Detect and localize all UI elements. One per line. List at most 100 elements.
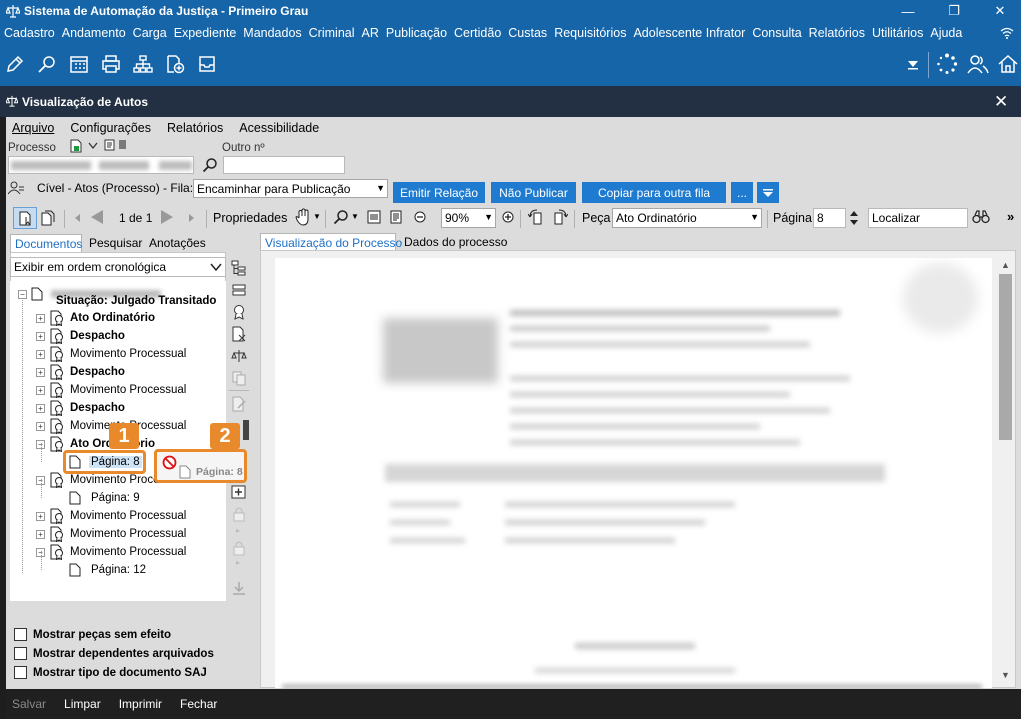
document-page[interactable] bbox=[275, 258, 992, 688]
clear-button[interactable]: Limpar bbox=[64, 697, 101, 711]
checkbox[interactable] bbox=[14, 666, 27, 679]
close-button[interactable]: Fechar bbox=[180, 697, 217, 711]
expand-toggle[interactable]: + bbox=[36, 403, 45, 413]
hierarchy-icon[interactable] bbox=[131, 52, 155, 76]
chevron-down-icon[interactable]: ▼ bbox=[351, 212, 359, 221]
note-icon[interactable] bbox=[104, 139, 116, 151]
fit-page-icon[interactable] bbox=[389, 210, 403, 224]
menu-custas[interactable]: Custas bbox=[508, 26, 547, 40]
close-window-button[interactable]: ✕ bbox=[977, 0, 1021, 22]
menu-andamento[interactable]: Andamento bbox=[62, 26, 126, 40]
scrollbar-thumb[interactable] bbox=[999, 274, 1012, 440]
sign-document-icon[interactable] bbox=[231, 326, 247, 342]
more-options-button[interactable]: ... bbox=[731, 182, 753, 203]
document-status-icon[interactable] bbox=[69, 139, 83, 153]
edit-icon[interactable] bbox=[3, 52, 27, 76]
vertical-scrollbar[interactable]: ▲ ▼ bbox=[997, 258, 1014, 684]
zoom-select[interactable]: 90% ▼ bbox=[441, 208, 496, 228]
rotate-right-icon[interactable] bbox=[550, 208, 568, 226]
collapse-toolbar-button[interactable] bbox=[757, 182, 779, 203]
save-button[interactable]: Salvar bbox=[12, 697, 46, 711]
home-icon[interactable] bbox=[996, 52, 1020, 76]
tree-page-item[interactable]: Página: 12 bbox=[69, 561, 148, 579]
calendar-icon[interactable] bbox=[67, 52, 91, 76]
queue-select[interactable]: Encaminhar para Publicação ▼ bbox=[193, 179, 388, 198]
scroll-up-icon[interactable]: ▲ bbox=[1001, 260, 1010, 270]
print-button[interactable]: Imprimir bbox=[119, 697, 162, 711]
scroll-down-icon[interactable]: ▼ bbox=[1001, 670, 1010, 680]
last-page-icon[interactable] bbox=[187, 212, 197, 224]
tree-item[interactable]: + Movimento Processual bbox=[36, 381, 186, 399]
menu-configuracoes[interactable]: Configurações bbox=[70, 121, 151, 135]
expand-toggle[interactable]: + bbox=[36, 511, 45, 521]
printer-icon[interactable] bbox=[99, 52, 123, 76]
previous-page-icon[interactable] bbox=[88, 208, 106, 226]
menu-relatorios[interactable]: Relatórios bbox=[809, 26, 865, 40]
menu-arquivo[interactable]: Arquivo bbox=[12, 121, 54, 135]
hand-tool-icon[interactable] bbox=[295, 208, 311, 226]
rotate-left-icon[interactable] bbox=[528, 208, 546, 226]
properties-button[interactable]: Propriedades bbox=[213, 211, 287, 225]
expand-toggle[interactable]: + bbox=[36, 349, 45, 359]
copy-to-queue-button[interactable]: Copiar para outra fila bbox=[582, 182, 726, 203]
menu-acessibilidade[interactable]: Acessibilidade bbox=[239, 121, 319, 135]
menu-criminal[interactable]: Criminal bbox=[309, 26, 355, 40]
zoom-icon[interactable] bbox=[333, 209, 349, 225]
menu-relatorios-child[interactable]: Relatórios bbox=[167, 121, 223, 135]
menu-certidao[interactable]: Certidão bbox=[454, 26, 501, 40]
menu-consulta[interactable]: Consulta bbox=[752, 26, 801, 40]
tab-visualizacao-processo[interactable]: Visualização do Processo bbox=[260, 233, 402, 251]
checkbox[interactable] bbox=[14, 647, 27, 660]
certificate-icon[interactable] bbox=[231, 304, 247, 320]
expand-toggle[interactable]: + bbox=[36, 385, 45, 395]
tree-item[interactable]: + Despacho bbox=[36, 363, 125, 381]
show-archived-checkbox[interactable]: Mostrar dependentes arquivados bbox=[14, 647, 214, 660]
inbox-icon[interactable] bbox=[195, 52, 219, 76]
menu-ajuda[interactable]: Ajuda bbox=[930, 26, 962, 40]
users-icon[interactable] bbox=[966, 52, 990, 76]
expand-toggle[interactable]: + bbox=[36, 529, 45, 539]
checkbox[interactable] bbox=[14, 628, 27, 641]
expand-toggle[interactable]: + bbox=[36, 313, 45, 323]
menu-cadastro[interactable]: Cadastro bbox=[4, 26, 55, 40]
process-number-input[interactable] bbox=[8, 156, 194, 174]
expand-toggle[interactable]: + bbox=[36, 367, 45, 377]
binoculars-icon[interactable] bbox=[972, 210, 990, 224]
expand-toggle[interactable]: + bbox=[36, 331, 45, 341]
collapse-toggle[interactable]: − bbox=[18, 289, 27, 299]
minimize-button[interactable]: — bbox=[885, 0, 931, 22]
show-no-effect-checkbox[interactable]: Mostrar peças sem efeito bbox=[14, 628, 171, 641]
menu-requisitorios[interactable]: Requisitórios bbox=[554, 26, 626, 40]
zoom-out-icon[interactable] bbox=[414, 211, 426, 223]
menu-ar[interactable]: AR bbox=[362, 26, 379, 40]
select-mode-button[interactable] bbox=[13, 207, 37, 229]
page-spinner-icon[interactable] bbox=[849, 208, 859, 228]
tree-item[interactable]: + Despacho bbox=[36, 327, 125, 345]
tree-item[interactable]: + Movimento Processual bbox=[36, 525, 186, 543]
fit-width-icon[interactable] bbox=[367, 210, 381, 224]
tab-pesquisar[interactable]: Pesquisar bbox=[89, 236, 142, 250]
search-document-icon[interactable] bbox=[35, 52, 59, 76]
tab-dados-processo[interactable]: Dados do processo bbox=[404, 235, 507, 249]
tab-anotacoes[interactable]: Anotações bbox=[149, 236, 206, 250]
scale-document-icon[interactable] bbox=[231, 348, 247, 364]
menu-carga[interactable]: Carga bbox=[133, 26, 167, 40]
chevron-down-icon[interactable]: ▼ bbox=[313, 212, 321, 221]
dropdown-arrow-icon[interactable] bbox=[901, 52, 925, 76]
show-saj-type-checkbox[interactable]: Mostrar tipo de documento SAJ bbox=[14, 666, 207, 679]
order-select[interactable]: Exibir em ordem cronológica bbox=[10, 257, 226, 277]
chevron-down-icon[interactable] bbox=[88, 142, 98, 150]
tree-item[interactable]: − Movimento Processual bbox=[36, 543, 186, 561]
toolbar-overflow-icon[interactable]: » bbox=[1007, 209, 1014, 224]
menu-utilitarios[interactable]: Utilitários bbox=[872, 26, 923, 40]
add-document-icon[interactable] bbox=[163, 52, 187, 76]
tree-view-icon[interactable] bbox=[231, 260, 247, 276]
tree-item[interactable]: + Ato Ordinatório bbox=[36, 309, 155, 327]
menu-mandados[interactable]: Mandados bbox=[243, 26, 301, 40]
first-page-icon[interactable] bbox=[72, 212, 82, 224]
tab-documentos[interactable]: Documentos bbox=[10, 234, 82, 253]
no-publish-button[interactable]: Não Publicar bbox=[491, 182, 576, 203]
copy-document-icon[interactable] bbox=[41, 210, 55, 226]
emit-relation-button[interactable]: Emitir Relação bbox=[393, 182, 485, 203]
search-text-input[interactable]: Localizar bbox=[868, 208, 968, 228]
